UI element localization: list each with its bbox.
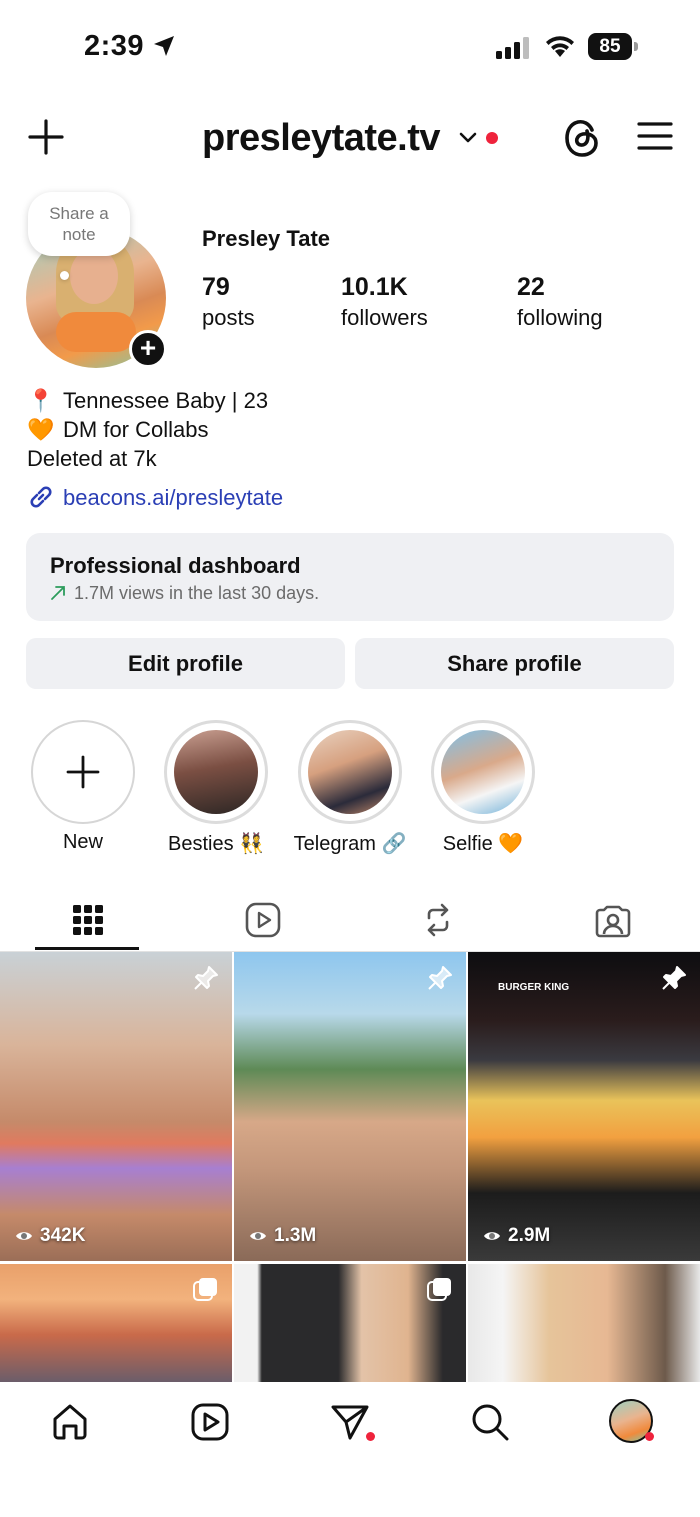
bio-link-text: beacons.ai/presleytate [63,485,284,510]
professional-dashboard[interactable]: Professional dashboard 1.7M views in the… [26,533,674,621]
profile-notification-dot [645,1432,654,1441]
share-profile-button[interactable]: Share profile [355,638,674,689]
account-notification-dot [486,132,498,144]
stat-following-label: following [517,305,603,330]
dashboard-subtitle: 1.7M views in the last 30 days. [50,583,319,604]
burger-king-sign: BURGER KING [498,982,570,993]
grid-post[interactable]: 1.3M [234,952,466,1261]
account-username[interactable]: presleytate.tv [202,117,441,160]
status-bar: 2:39 85 [0,0,700,95]
grid-post[interactable] [234,1264,466,1382]
view-count: 1.3M [248,1225,316,1247]
highlight-label-selfie: Selfie 🧡 [442,833,524,855]
stat-posts-label: posts [202,305,255,330]
tab-grid[interactable] [0,890,175,950]
profile-full-name: Presley Tate [202,226,331,251]
bio-line-1: 📍 Tennessee Baby | 23 [27,386,268,415]
tab-reposts[interactable] [350,890,525,950]
stat-followers[interactable]: 10.1K followers [341,273,428,331]
view-count-text: 342K [40,1225,86,1246]
search-icon[interactable] [470,1402,510,1442]
pin-icon [428,966,452,990]
messages-notification-dot [366,1432,375,1441]
trend-arrow-icon [51,586,65,600]
grid-post[interactable]: BURGER KING 2.9M [468,952,700,1261]
highlight-label-telegram: Telegram 🔗 [293,833,407,855]
grid-post[interactable] [468,1264,700,1382]
bio-text-2: DM for Collabs [63,417,209,442]
view-count: 342K [14,1225,85,1247]
grid-post[interactable]: 342K [0,952,232,1261]
hamburger-menu-icon[interactable] [637,121,673,151]
profile-tabs [0,890,700,952]
profile-header: presleytate.tv [0,105,700,169]
grid-post[interactable] [0,1264,232,1382]
tagged-person-icon [595,905,630,938]
edit-profile-button[interactable]: Edit profile [26,638,345,689]
carousel-icon [427,1278,451,1301]
tab-tagged[interactable] [525,890,700,950]
reels-icon[interactable] [190,1402,230,1442]
create-plus-icon[interactable] [28,119,64,155]
reels-icon [245,902,280,938]
dashboard-title: Professional dashboard [50,553,301,578]
view-count: 2.9M [482,1225,550,1247]
note-text-line1: Share a [49,204,109,223]
bio-line-3: Deleted at 7k [27,444,157,473]
highlight-new[interactable]: New [31,720,135,853]
stat-posts[interactable]: 79 posts [202,273,255,331]
link-icon [30,486,52,508]
tab-reels[interactable] [175,890,350,950]
bottom-navigation [0,1382,700,1517]
bio-line-2: 🧡 DM for Collabs [27,415,208,444]
highlight-besties[interactable]: Besties 👯 [164,720,268,855]
direct-message-icon[interactable] [330,1402,370,1442]
grid-icon [72,905,103,935]
cellular-signal-icon [496,37,529,59]
add-story-button[interactable]: + [129,330,167,368]
posts-grid: 342K 1.3M BURGER KING 2.9M [0,952,700,1382]
highlight-selfie[interactable]: Selfie 🧡 [431,720,535,855]
highlight-telegram[interactable]: Telegram 🔗 [294,720,406,855]
pin-icon: 📍 [27,388,55,413]
pin-icon [194,966,218,990]
active-tab-indicator [35,947,139,950]
stat-followers-label: followers [341,305,428,330]
stat-following-count: 22 [517,273,545,301]
home-icon[interactable] [50,1402,90,1442]
plus-icon [66,755,100,789]
view-count-text: 1.3M [274,1225,317,1246]
pin-icon [662,966,686,990]
orange-heart-icon: 🧡 [27,417,55,442]
highlight-label-besties: Besties 👯 [167,833,265,855]
stat-posts-count: 79 [202,273,230,301]
stat-following[interactable]: 22 following [517,273,603,331]
status-time: 2:39 [84,30,145,62]
share-note-bubble[interactable]: Share a note [28,192,130,256]
repost-icon [427,903,448,937]
battery-level: 85 [588,33,632,60]
bio-text-1: Tennessee Baby | 23 [63,388,269,413]
carousel-icon [193,1278,217,1301]
bio-link[interactable]: beacons.ai/presleytate [27,483,283,511]
threads-icon[interactable] [563,117,601,159]
highlight-label-new: New [62,831,104,853]
views-eye-icon [16,1232,32,1240]
stat-followers-count: 10.1K [341,273,408,301]
dashboard-subtitle-text: 1.7M views in the last 30 days. [74,583,320,603]
note-text-line2: note [62,225,96,244]
wifi-icon [546,36,574,57]
location-arrow-icon [154,36,174,56]
bio-text-3: Deleted at 7k [27,446,157,471]
view-count-text: 2.9M [508,1225,551,1246]
views-eye-icon [484,1232,500,1240]
battery-icon: 85 [588,33,638,60]
chevron-down-icon[interactable] [458,131,478,145]
views-eye-icon [250,1232,266,1240]
